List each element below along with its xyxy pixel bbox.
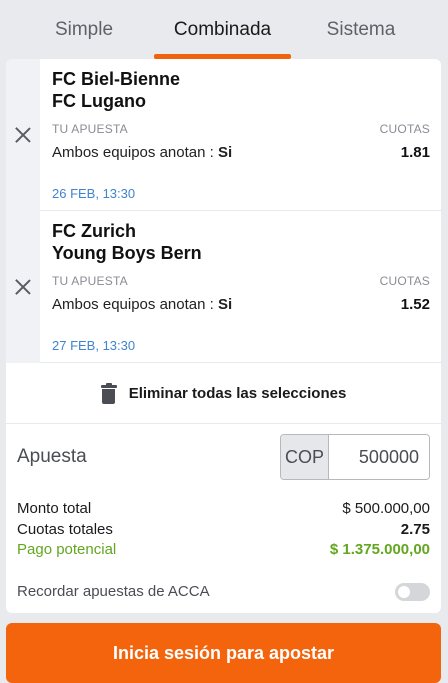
potential-payout-value: $ 1.375.000,00 — [329, 541, 430, 558]
potential-payout-row: Pago potencial $ 1.375.000,00 — [17, 541, 430, 561]
odds-value: 1.52 — [400, 296, 430, 313]
close-icon[interactable] — [14, 278, 32, 296]
tab-sistema[interactable]: Sistema — [291, 0, 431, 60]
stake-input[interactable] — [329, 435, 429, 479]
total-odds-row: Cuotas totales 2.75 — [17, 521, 430, 541]
betslip-card: FC Biel-Bienne FC Lugano TU APUESTA CUOT… — [6, 59, 441, 613]
remove-selection-button[interactable] — [6, 59, 40, 211]
remember-acca-label: Recordar apuestas de ACCA — [17, 583, 210, 600]
trash-icon — [100, 382, 117, 404]
market-pick: Si — [217, 144, 233, 161]
currency-label: COP — [281, 435, 329, 479]
bet-label: TU APUESTA — [52, 122, 128, 136]
selection-item: FC Biel-Bienne FC Lugano TU APUESTA CUOT… — [6, 59, 441, 211]
bet-type-tabs: Simple Combinada Sistema — [0, 0, 448, 60]
total-odds-value: 2.75 — [400, 521, 430, 538]
total-odds-label: Cuotas totales — [17, 521, 113, 538]
market-name: Ambos equipos anotan : — [52, 144, 214, 161]
away-team-name: Young Boys Bern — [52, 243, 202, 263]
stake-label: Apuesta — [17, 446, 87, 467]
event-datetime: 26 FEB, 13:30 — [52, 186, 136, 201]
stake-field[interactable]: COP — [280, 434, 430, 480]
total-stake-row: Monto total $ 500.000,00 — [17, 500, 430, 520]
close-icon[interactable] — [14, 126, 32, 144]
odds-label: CUOTAS — [379, 274, 430, 288]
market-text: Ambos equipos anotan : Si — [52, 144, 232, 161]
home-team-name: FC Biel-Bienne — [52, 69, 181, 89]
bet-label: TU APUESTA — [52, 274, 128, 288]
selection-item: FC Zurich Young Boys Bern TU APUESTA CUO… — [6, 211, 441, 363]
total-stake-label: Monto total — [17, 500, 92, 517]
market-text: Ambos equipos anotan : Si — [52, 296, 232, 313]
odds-value: 1.81 — [400, 144, 430, 161]
total-stake-value: $ 500.000,00 — [342, 500, 430, 517]
remove-selection-button[interactable] — [6, 211, 40, 363]
tab-simple[interactable]: Simple — [14, 0, 154, 60]
odds-label: CUOTAS — [379, 122, 430, 136]
market-pick: Si — [217, 296, 233, 313]
remember-acca-toggle[interactable] — [395, 583, 430, 601]
home-team-name: FC Zurich — [52, 221, 136, 241]
clear-all-label: Eliminar todas las selecciones — [128, 385, 347, 402]
market-name: Ambos equipos anotan : — [52, 296, 214, 313]
tab-combinada[interactable]: Combinada — [154, 0, 291, 60]
toggle-knob — [398, 586, 410, 598]
clear-all-selections-button[interactable]: Eliminar todas las selecciones — [6, 364, 441, 424]
potential-payout-label: Pago potencial — [17, 541, 117, 558]
login-to-bet-button[interactable]: Inicia sesión para apostar — [6, 623, 441, 683]
event-datetime: 27 FEB, 13:30 — [52, 338, 136, 353]
away-team-name: FC Lugano — [52, 91, 146, 111]
